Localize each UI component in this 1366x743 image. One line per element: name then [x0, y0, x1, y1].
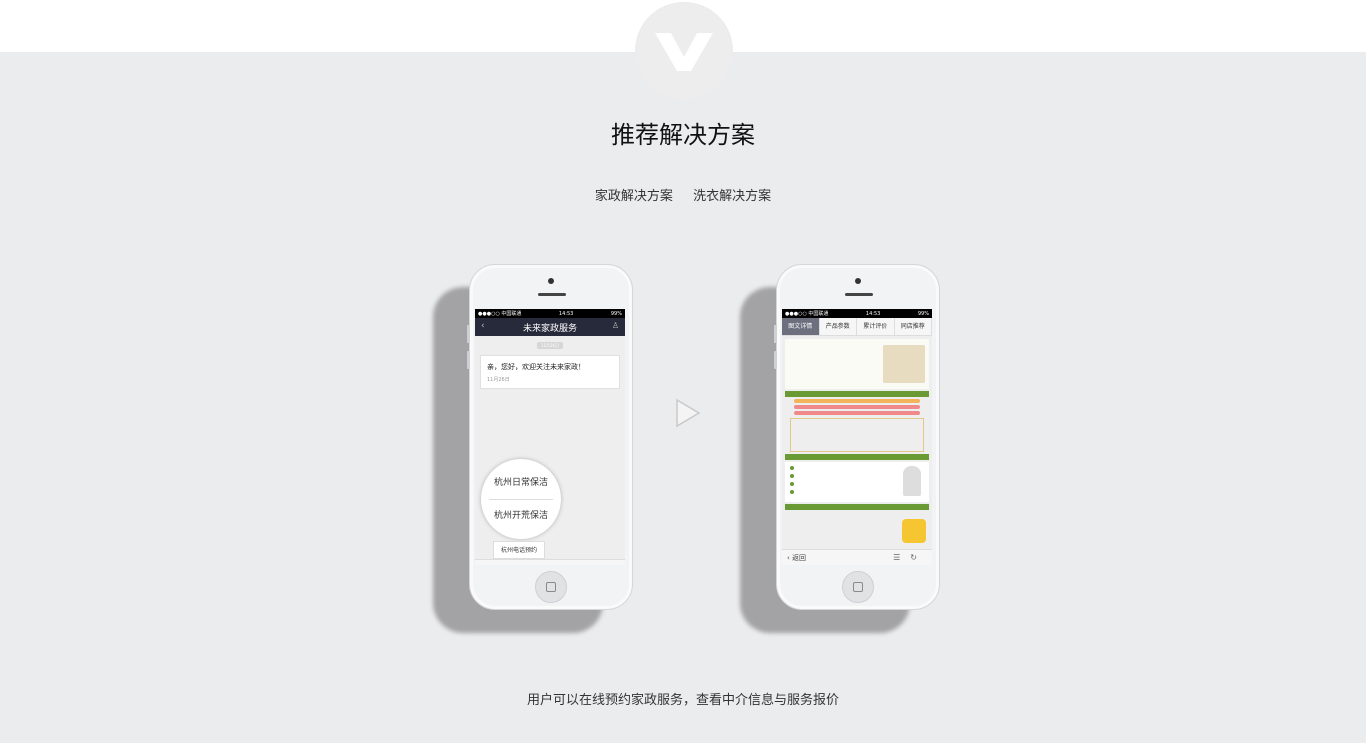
tab-recommend[interactable]: 同店推荐	[895, 318, 932, 335]
time: 14:53	[865, 310, 881, 317]
carrier: ●●●○○ 中国联通	[785, 311, 829, 317]
tab-detail[interactable]: 图文详情	[782, 318, 820, 335]
v-logo-icon	[635, 2, 733, 100]
question-mark-image	[902, 519, 926, 543]
phone-left: ●●●○○ 中国联通 14:53 99% ‹ 未来家政服务 ♙ 11月26日 亲…	[467, 264, 633, 610]
menu-refresh-icons[interactable]: ☰↻	[893, 553, 927, 562]
date-chip: 11月26日	[537, 342, 563, 349]
bullet	[790, 482, 794, 486]
battery: 99%	[610, 310, 622, 317]
info-pill	[794, 411, 920, 415]
tab-params[interactable]: 产品参数	[820, 318, 857, 335]
bullet	[790, 474, 794, 478]
camera-icon	[855, 278, 861, 284]
camera-icon	[548, 278, 554, 284]
battery: 99%	[917, 310, 929, 317]
tab-laundry[interactable]: 洗衣解决方案	[693, 189, 771, 204]
next-arrow-icon[interactable]	[675, 398, 701, 428]
speaker	[845, 293, 873, 296]
bullet	[790, 490, 794, 494]
tab-reviews[interactable]: 累计评价	[857, 318, 895, 335]
side-button	[467, 325, 470, 343]
product-banner	[785, 339, 929, 389]
carrier: ●●●○○ 中国联通	[478, 311, 522, 317]
wechat-nav-bar: ‹ 未来家政服务 ♙	[475, 318, 625, 336]
tab-housekeeping[interactable]: 家政解决方案	[595, 189, 673, 204]
table-row	[791, 435, 923, 443]
info-pill	[794, 405, 920, 409]
table-row	[791, 427, 923, 435]
price-table	[790, 418, 924, 452]
back-chevron-icon[interactable]: ‹	[481, 321, 485, 331]
nav-title: 未来家政服务	[522, 323, 577, 334]
home-button	[535, 571, 567, 603]
divider	[489, 499, 553, 500]
magnifier: 杭州日常保洁 杭州开荒保洁	[481, 459, 561, 539]
status-bar: ●●●○○ 中国联通 14:53 99%	[475, 309, 625, 318]
menu-item-daily-cleaning[interactable]: 杭州日常保洁	[481, 475, 561, 488]
shop-screen: ●●●○○ 中国联通 14:53 99% 图文详情 产品参数 累计评价 同店推荐	[782, 309, 932, 565]
shop-tabs: 图文详情 产品参数 累计评价 同店推荐	[782, 318, 932, 336]
welcome-message[interactable]: 亲，您好，欢迎关注未来家政！ 11月26日	[480, 355, 620, 389]
page-title: 推荐解决方案	[611, 121, 755, 149]
speaker	[538, 293, 566, 296]
side-button	[467, 351, 470, 369]
wechat-screen: ●●●○○ 中国联通 14:53 99% ‹ 未来家政服务 ♙ 11月26日 亲…	[475, 309, 625, 565]
section-bar	[785, 454, 929, 460]
service-list	[785, 462, 929, 502]
info-pill	[794, 399, 920, 403]
back-label: 返回	[792, 553, 807, 562]
section-bar	[785, 391, 929, 397]
figure-image	[903, 466, 921, 496]
message-date: 11月26日	[487, 377, 510, 383]
caption: 用户可以在线预约家政服务，查看中介信息与服务报价	[526, 693, 839, 708]
sofa-image	[883, 345, 925, 383]
side-button	[774, 351, 777, 369]
back-button[interactable]: ‹ 返回	[787, 553, 893, 563]
status-bar: ●●●○○ 中国联通 14:53 99%	[782, 309, 932, 318]
phone-right: ●●●○○ 中国联通 14:53 99% 图文详情 产品参数 累计评价 同店推荐	[774, 264, 940, 610]
side-button	[774, 325, 777, 343]
bullet	[790, 466, 794, 470]
message-text: 亲，您好，欢迎关注未来家政！	[487, 363, 585, 371]
home-button	[842, 571, 874, 603]
table-row	[791, 443, 923, 451]
section-bar	[785, 504, 929, 510]
menu-item-phone-booking[interactable]: 杭州电话预约	[493, 541, 545, 559]
solution-tabs: 家政解决方案 洗衣解决方案	[0, 185, 1366, 204]
wechat-bottom-bar	[475, 559, 625, 565]
shop-bottom-bar: ‹ 返回 ☰↻	[782, 549, 932, 565]
menu-item-deep-cleaning[interactable]: 杭州开荒保洁	[481, 508, 561, 521]
table-row	[791, 419, 923, 427]
time: 14:53	[558, 310, 574, 317]
user-icon[interactable]: ♙	[612, 321, 619, 330]
